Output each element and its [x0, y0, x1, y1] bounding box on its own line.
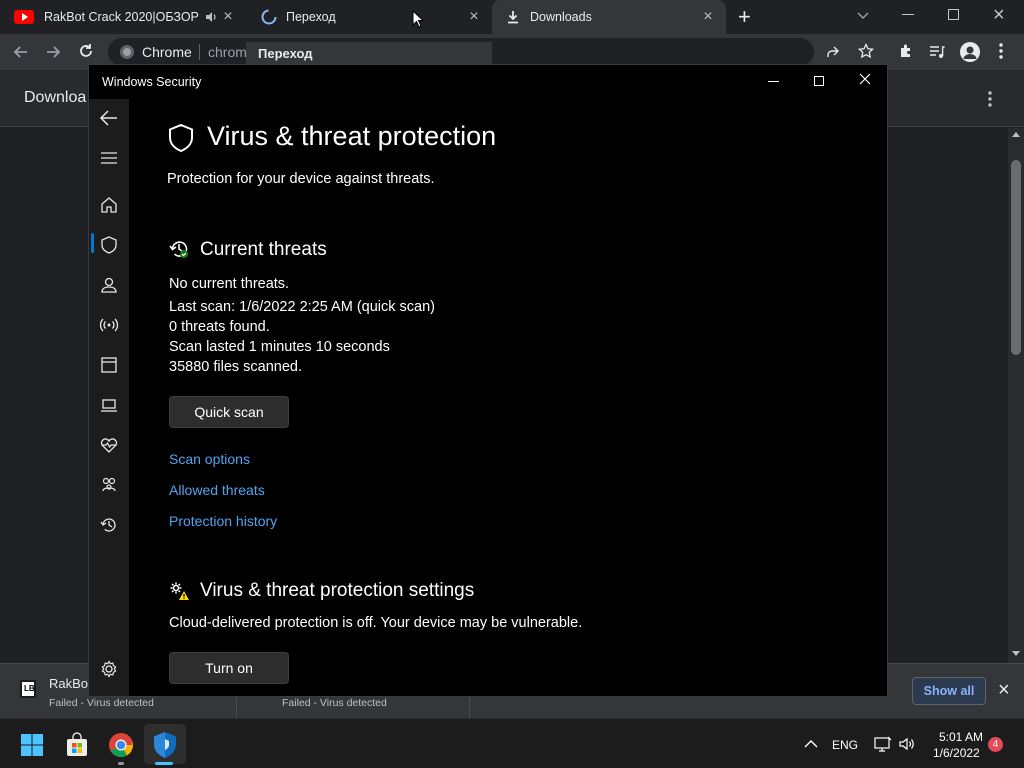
download-filename: RakBot [49, 676, 92, 691]
download-icon [506, 10, 520, 24]
minimize-icon[interactable] [902, 14, 914, 15]
taskbar: ENG 5:01 AM 1/6/2022 4 [0, 718, 1024, 768]
tray-chevron-icon[interactable] [804, 739, 818, 749]
nav-device-security-icon[interactable] [97, 393, 121, 417]
download-status: Failed - Virus detected [282, 697, 387, 709]
chrome-page-icon [120, 45, 134, 59]
volume-icon[interactable] [898, 736, 916, 752]
bookmark-star-icon[interactable] [858, 43, 874, 59]
downloads-menu-icon[interactable] [988, 91, 992, 107]
ws-minimize-icon[interactable] [768, 81, 779, 82]
speaker-icon[interactable] [204, 10, 218, 24]
nav-health-icon[interactable] [97, 433, 121, 457]
back-icon[interactable] [12, 43, 30, 61]
new-tab-icon[interactable]: + [738, 6, 751, 28]
nav-shield-icon[interactable] [97, 233, 121, 257]
forward-icon[interactable] [44, 43, 62, 61]
current-threats-icon [168, 238, 190, 260]
scan-options-link[interactable]: Scan options [169, 451, 250, 467]
files-scanned: 35880 files scanned. [169, 359, 303, 375]
chrome-taskbar-icon[interactable] [108, 732, 134, 758]
omnibox-url: chrom [208, 44, 247, 60]
quick-scan-button[interactable]: Quick scan [169, 396, 289, 428]
tab-title: RakBot Crack 2020|ОБЗОР И [44, 10, 199, 24]
security-active-indicator [155, 762, 173, 765]
threat-status: No current threats. [169, 276, 290, 292]
ws-titlebar: Windows Security [89, 65, 887, 99]
close-tab-icon[interactable]: × [700, 9, 716, 25]
protection-settings-icon [168, 580, 190, 602]
nav-history-icon[interactable] [97, 513, 121, 537]
nav-network-icon[interactable] [97, 313, 121, 337]
omnibox-site: Chrome [142, 44, 192, 60]
tab-perehod[interactable]: Переход × [246, 0, 492, 34]
chrome-menu-icon[interactable] [999, 43, 1003, 59]
profile-avatar-icon[interactable] [960, 42, 980, 62]
clock-time[interactable]: 5:01 AM [939, 730, 983, 744]
notification-badge[interactable]: 4 [988, 737, 1003, 752]
chrome-running-indicator [118, 762, 124, 765]
ws-content: Virus & threat protection Protection for… [129, 99, 887, 696]
tab-downloads[interactable]: Downloads × [492, 0, 726, 34]
download-status: Failed - Virus detected [49, 697, 154, 709]
close-shelf-icon[interactable]: × [998, 680, 1010, 700]
tab-title: Downloads [530, 10, 592, 24]
windows-security-window: Windows Security Virus & threat protecti… [88, 64, 888, 697]
ws-window-title: Windows Security [102, 75, 202, 89]
restore-icon[interactable] [948, 9, 959, 20]
turn-on-button[interactable]: Turn on [169, 652, 289, 684]
ws-maximize-icon[interactable] [814, 76, 824, 86]
mouse-cursor-icon [412, 10, 424, 28]
scroll-up-icon[interactable] [1012, 132, 1020, 137]
omnibox-separator [199, 44, 200, 60]
show-all-button[interactable]: Show all [912, 677, 986, 705]
page-shield-icon [167, 123, 195, 153]
language-indicator[interactable]: ENG [832, 738, 858, 752]
scroll-down-icon[interactable] [1012, 651, 1020, 656]
current-threats-heading: Current threats [200, 239, 327, 260]
clock-date[interactable]: 1/6/2022 [933, 746, 980, 760]
file-icon: LB [20, 680, 36, 698]
store-icon[interactable] [64, 732, 90, 758]
close-window-icon[interactable]: × [993, 4, 1005, 27]
nav-account-icon[interactable] [97, 273, 121, 297]
windows-security-taskbar-icon[interactable] [152, 731, 178, 759]
downloads-title: Downloa [24, 89, 87, 106]
share-icon[interactable] [825, 44, 841, 60]
tab-rakbot[interactable]: RakBot Crack 2020|ОБЗОР И × [0, 0, 246, 34]
protection-history-link[interactable]: Protection history [169, 513, 277, 529]
youtube-icon [14, 10, 34, 24]
nav-family-icon[interactable] [97, 473, 121, 497]
tab-search-icon[interactable] [856, 8, 870, 22]
settings-message: Cloud-delivered protection is off. Your … [169, 615, 583, 631]
nav-app-browser-icon[interactable] [97, 353, 121, 377]
nav-settings-icon[interactable] [97, 657, 121, 681]
page-subtitle: Protection for your device against threa… [167, 171, 435, 187]
tab-title: Переход [286, 10, 336, 24]
reload-icon[interactable] [77, 42, 95, 60]
extensions-icon[interactable] [898, 43, 914, 59]
scan-duration: Scan lasted 1 minutes 10 seconds [169, 339, 390, 355]
tab-tooltip: Переход [246, 42, 492, 66]
threats-found: 0 threats found. [169, 319, 270, 335]
ws-navigation [89, 99, 129, 696]
network-icon[interactable] [874, 736, 892, 752]
windows-start-icon[interactable] [20, 733, 44, 757]
nav-home-icon[interactable] [97, 193, 121, 217]
nav-selection-indicator [91, 233, 94, 253]
loading-spinner-icon [260, 8, 278, 26]
media-control-icon[interactable] [929, 44, 945, 60]
ws-close-icon[interactable] [858, 72, 872, 86]
nav-menu-icon[interactable] [97, 146, 121, 170]
allowed-threats-link[interactable]: Allowed threats [169, 482, 265, 498]
page-title: Virus & threat protection [207, 121, 497, 151]
nav-back-icon[interactable] [97, 106, 121, 130]
close-tab-icon[interactable]: × [220, 9, 236, 25]
scroll-thumb[interactable] [1011, 160, 1021, 355]
settings-heading: Virus & threat protection settings [200, 580, 475, 601]
last-scan: Last scan: 1/6/2022 2:25 AM (quick scan) [169, 299, 435, 315]
close-tab-icon[interactable]: × [466, 9, 482, 25]
tab-strip: RakBot Crack 2020|ОБЗОР И × Переход × Do… [0, 0, 1024, 34]
